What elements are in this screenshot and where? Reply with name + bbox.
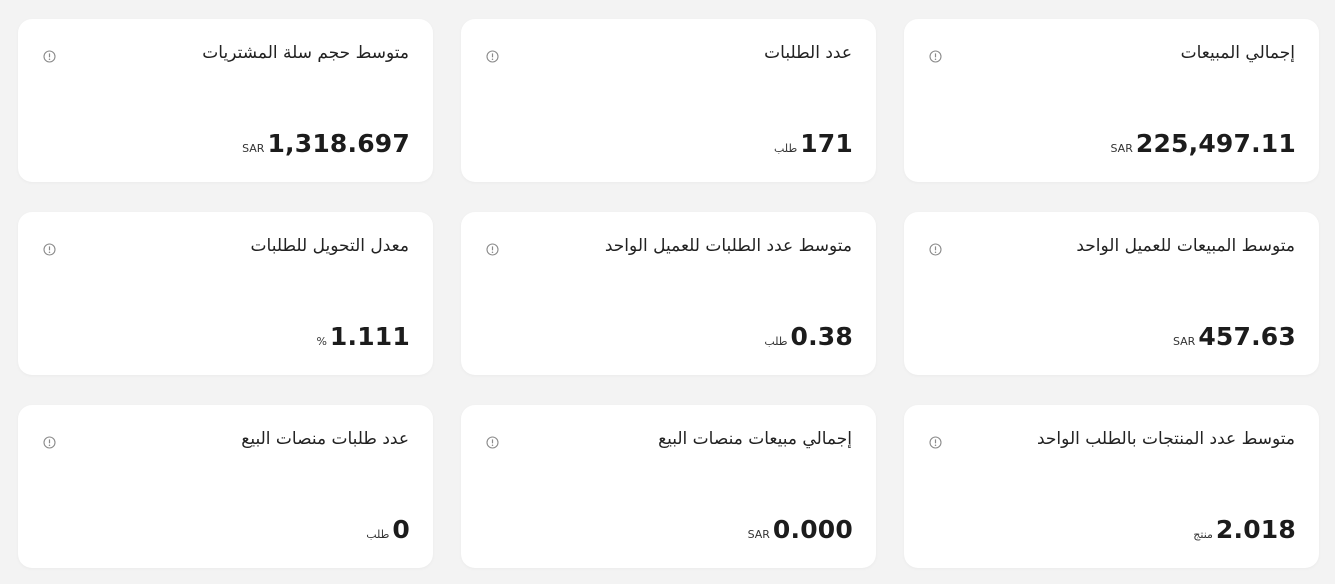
card-platform-orders-count: عدد طلبات منصات البيع طلب 0	[18, 405, 433, 568]
info-icon[interactable]	[486, 436, 499, 449]
card-value-row: SAR 1,318.697	[242, 129, 410, 158]
info-icon[interactable]	[43, 243, 56, 256]
card-value: 1,318.697	[267, 129, 410, 158]
card-average-basket-size: متوسط حجم سلة المشتريات SAR 1,318.697	[18, 19, 433, 182]
card-value-row: % 1.111	[316, 322, 410, 351]
info-icon[interactable]	[929, 436, 942, 449]
card-avg-products-per-order: متوسط عدد المنتجات بالطلب الواحد منتج 2.…	[904, 405, 1319, 568]
stats-grid: إجمالي المبيعات SAR 225,497.11 عدد الطلب…	[18, 19, 1319, 568]
card-avg-orders-per-customer: متوسط عدد الطلبات للعميل الواحد طلب 0.38	[461, 212, 876, 375]
card-unit: طلب	[774, 142, 798, 155]
info-icon[interactable]	[43, 436, 56, 449]
card-value: 0.38	[790, 322, 853, 351]
card-total-sales: إجمالي المبيعات SAR 225,497.11	[904, 19, 1319, 182]
card-unit: منتج	[1193, 528, 1213, 541]
card-value: 0.000	[772, 515, 853, 544]
info-icon[interactable]	[929, 50, 942, 63]
card-unit: SAR	[1110, 142, 1133, 155]
card-value-row: SAR 457.63	[1173, 322, 1296, 351]
card-value-row: طلب 0.38	[764, 322, 853, 351]
card-title: متوسط المبيعات للعميل الواحد	[1076, 236, 1295, 256]
card-value-row: SAR 0.000	[748, 515, 853, 544]
card-value-row: طلب 0	[366, 515, 410, 544]
card-title: متوسط عدد الطلبات للعميل الواحد	[604, 236, 852, 256]
card-value-row: طلب 171	[774, 129, 853, 158]
info-icon[interactable]	[486, 50, 499, 63]
card-title: إجمالي مبيعات منصات البيع	[658, 429, 852, 449]
card-value: 2.018	[1215, 515, 1296, 544]
card-title: معدل التحويل للطلبات	[250, 236, 409, 256]
card-unit: SAR	[1172, 335, 1196, 348]
card-title: عدد طلبات منصات البيع	[241, 429, 409, 449]
card-value: 225,497.11	[1135, 129, 1296, 158]
card-unit: SAR	[242, 142, 265, 155]
card-value: 171	[800, 129, 853, 158]
card-value-row: SAR 225,497.11	[1110, 129, 1296, 158]
card-value-row: منتج 2.018	[1193, 515, 1296, 544]
card-unit: طلب	[366, 528, 390, 541]
card-unit: %	[316, 335, 327, 348]
card-platform-sales-total: إجمالي مبيعات منصات البيع SAR 0.000	[461, 405, 876, 568]
card-unit: طلب	[764, 335, 788, 348]
card-title: متوسط عدد المنتجات بالطلب الواحد	[1037, 429, 1295, 449]
info-icon[interactable]	[929, 243, 942, 256]
card-title: عدد الطلبات	[764, 43, 852, 63]
card-value: 457.63	[1198, 322, 1296, 351]
card-title: إجمالي المبيعات	[1180, 43, 1295, 63]
card-orders-count: عدد الطلبات طلب 171	[461, 19, 876, 182]
card-value: 1.111	[329, 322, 410, 351]
card-value: 0	[392, 515, 410, 544]
info-icon[interactable]	[486, 243, 499, 256]
card-unit: SAR	[747, 528, 770, 541]
card-avg-sales-per-customer: متوسط المبيعات للعميل الواحد SAR 457.63	[904, 212, 1319, 375]
card-order-conversion-rate: معدل التحويل للطلبات % 1.111	[18, 212, 433, 375]
card-title: متوسط حجم سلة المشتريات	[202, 43, 409, 63]
info-icon[interactable]	[43, 50, 56, 63]
